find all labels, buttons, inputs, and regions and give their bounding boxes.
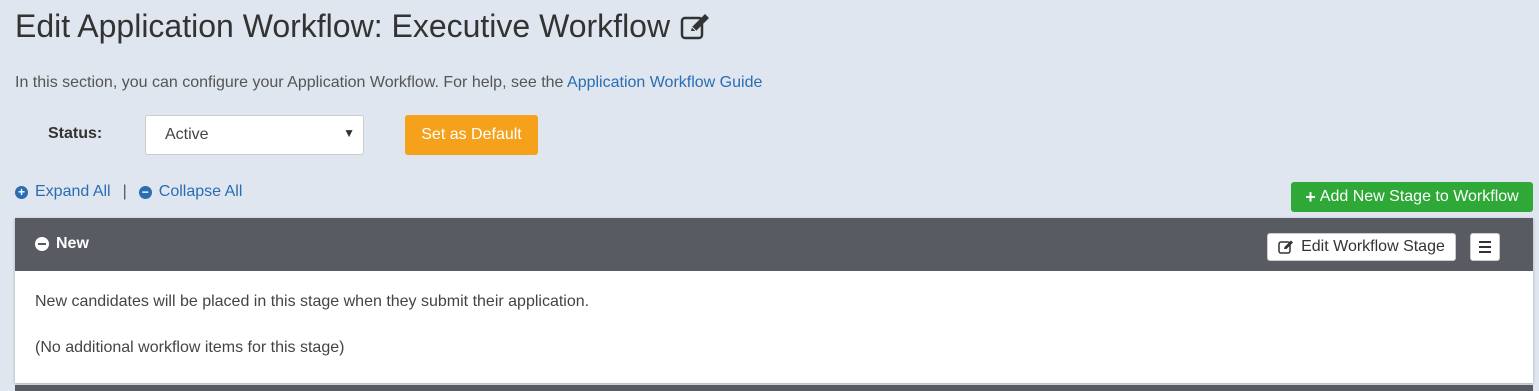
stage-description: New candidates will be placed in this st… (35, 293, 590, 310)
expand-collapse-controls: + Expand All | − Collapse All (15, 183, 242, 201)
edit-icon (1278, 240, 1294, 254)
status-select-value: Active (165, 126, 209, 143)
chevron-down-icon: ▼ (343, 126, 355, 140)
page-title-text: Edit Application Workflow: Executive Wor… (15, 8, 671, 44)
plus-icon: + (1305, 186, 1316, 207)
stage-title: New (35, 235, 89, 253)
intro-sentence: In this section, you can configure your … (15, 74, 564, 91)
stage-menu-button[interactable] (1470, 233, 1500, 261)
edit-title-icon[interactable] (680, 11, 712, 43)
stage-name: New (56, 235, 89, 252)
expand-all-label: Expand All (35, 183, 111, 200)
expand-all-link[interactable]: + Expand All (15, 183, 111, 201)
collapse-all-label: Collapse All (158, 183, 243, 200)
workflow-guide-link[interactable]: Application Workflow Guide (567, 74, 762, 91)
stage-body: New candidates will be placed in this st… (15, 271, 1533, 357)
collapse-all-link[interactable]: − Collapse All (138, 183, 243, 201)
plus-circle-icon: + (15, 185, 28, 199)
intro-text: In this section, you can configure your … (15, 74, 762, 92)
minus-circle-icon: − (138, 185, 152, 199)
edit-workflow-stage-button[interactable]: Edit Workflow Stage (1267, 233, 1456, 261)
stage-panel: New Edit Workflow Stage New candidates w… (15, 218, 1533, 383)
divider: | (122, 183, 127, 200)
status-label: Status: (48, 125, 103, 142)
page-title: Edit Application Workflow: Executive Wor… (15, 8, 712, 45)
add-new-stage-label: Add New Stage to Workflow (1319, 188, 1519, 205)
set-as-default-button[interactable]: Set as Default (405, 115, 538, 155)
stage-header[interactable]: New Edit Workflow Stage (15, 218, 1533, 271)
status-select[interactable]: Active ▼ (145, 115, 364, 155)
add-new-stage-button[interactable]: + Add New Stage to Workflow (1291, 182, 1533, 212)
next-stage-edge (15, 385, 1533, 391)
collapse-stage-icon[interactable] (35, 237, 49, 251)
stage-items-note: (No additional workflow items for this s… (35, 339, 345, 356)
edit-workflow-stage-label: Edit Workflow Stage (1301, 238, 1445, 255)
